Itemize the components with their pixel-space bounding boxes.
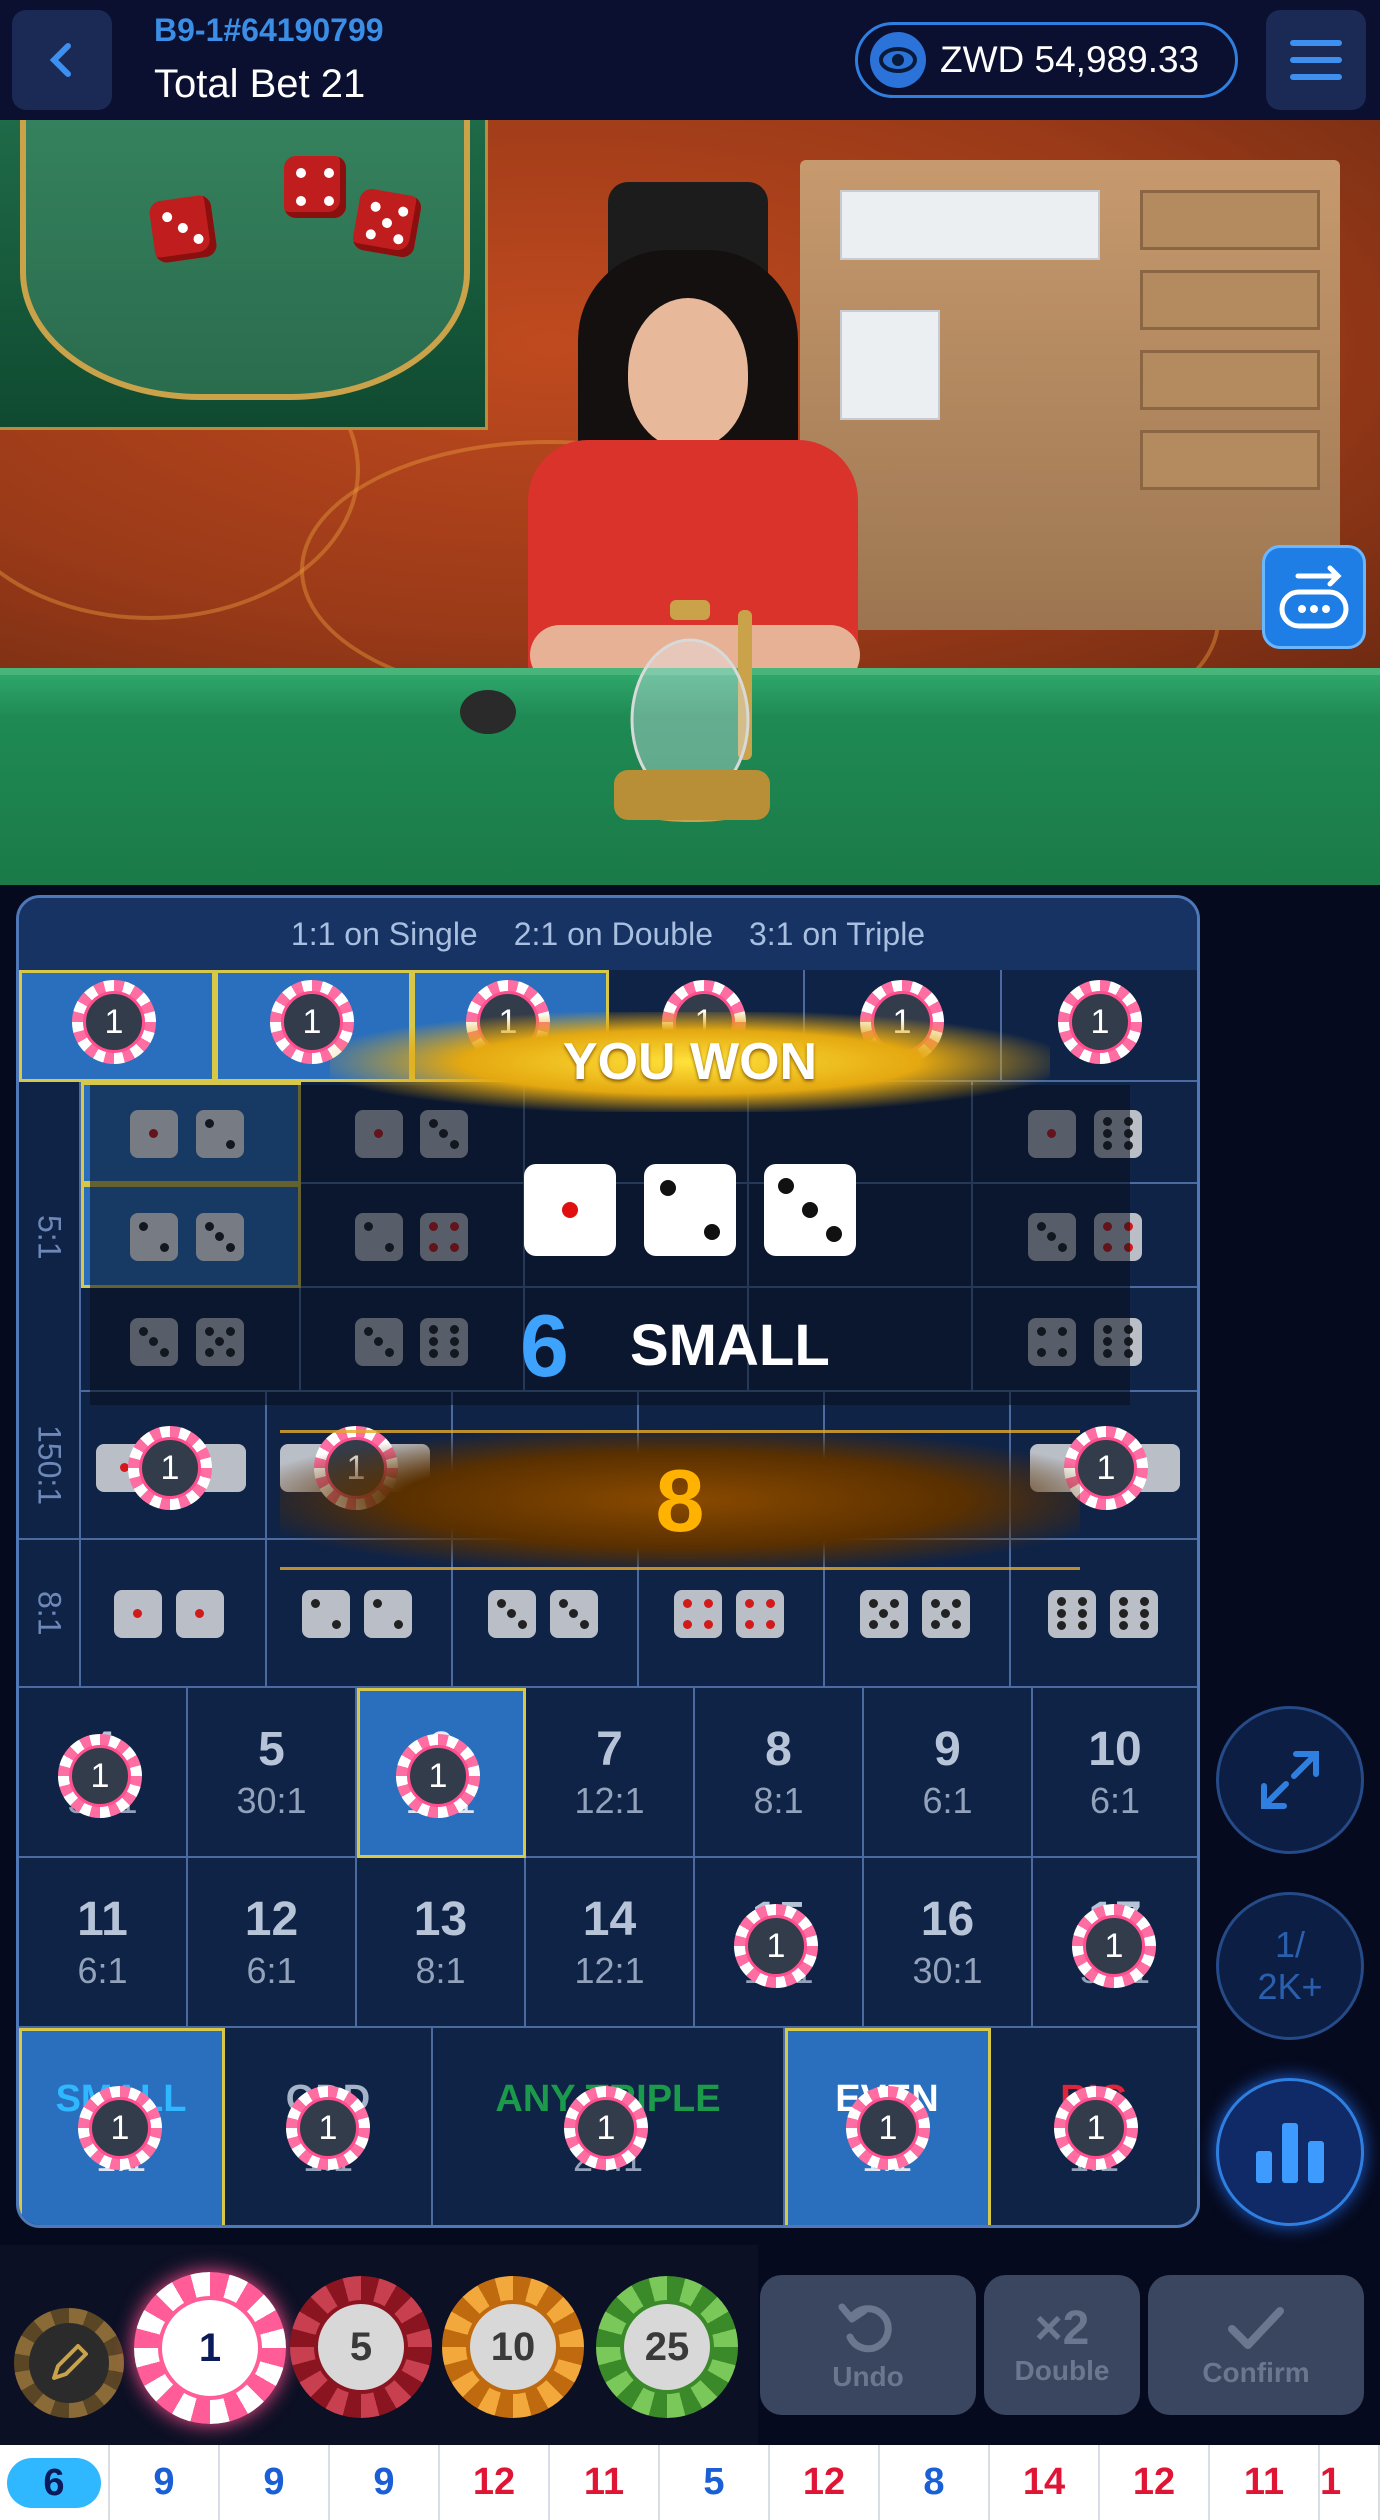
placed-chip: 1 [734,1904,818,1988]
total-14[interactable]: 14 12:1 [526,1858,695,2028]
confirm-button[interactable]: Confirm [1148,2275,1364,2415]
chip-5[interactable]: 5 [290,2276,432,2418]
odds-triple: 3:1 on Triple [748,915,926,952]
total-8[interactable]: 8 8:1 [695,1688,864,1858]
check-icon [1228,2307,1284,2349]
balance-value: 54,989.33 [1034,39,1200,80]
statistics-button[interactable] [1216,2078,1364,2226]
placed-chip: 1 [396,1734,480,1818]
eye-icon[interactable] [870,32,926,88]
road-cell: 11 [550,2445,660,2520]
placed-chip: 1 [564,2086,648,2170]
total-9[interactable]: 9 6:1 [864,1688,1033,1858]
confirm-label: Confirm [1202,2357,1310,2388]
road-cell: 11 [1210,2445,1320,2520]
dice-closeup-camera [0,120,488,430]
chevron-left-icon [49,43,71,77]
bonus-number: 8 [655,1451,705,1550]
switch-view-button[interactable] [1262,545,1366,649]
total-16[interactable]: 16 30:1 [864,1858,1033,2028]
total-10[interactable]: 10 6:1 [1033,1688,1197,1858]
combination-odds-label: 5:1 [19,1082,81,1392]
undo-label: Undo [832,2361,904,2392]
road-cell: 6 [0,2445,110,2520]
result-outcome: SMALL [630,1313,830,1378]
top-bar: B9-1#64190799 Total Bet 21 ZWD 54,989.33 [0,0,1380,120]
road-cell: 5 [660,2445,770,2520]
you-won-banner: YOU WON [330,1012,1050,1112]
expand-button[interactable] [1216,1706,1364,1854]
total-5[interactable]: 5 30:1 [188,1688,357,1858]
double-icon: ×2 [1034,2302,1090,2355]
total-11[interactable]: 11 6:1 [19,1858,188,2028]
double-button[interactable]: ×2 Double [984,2275,1140,2415]
placed-chip: 1 [1072,1904,1156,1988]
bet-limits-button[interactable]: 1/ 2K+ [1216,1892,1364,2040]
road-cell: 1 [1320,2445,1380,2520]
hamburger-icon [1290,40,1342,80]
total-bet: Total Bet 21 [154,62,366,106]
placed-chip: 1 [286,2086,370,2170]
table-id: B9-1#64190799 [154,12,384,48]
chip-1[interactable]: 1 [134,2272,286,2424]
road-cell: 12 [440,2445,550,2520]
road-cell: 8 [880,2445,990,2520]
placed-chip: 1 [58,1734,142,1818]
pencil-icon [52,2344,88,2380]
balance-pill[interactable]: ZWD 54,989.33 [855,22,1238,98]
back-button[interactable] [12,10,112,110]
result-die-3 [764,1164,856,1256]
currency-label: ZWD [940,39,1025,80]
result-die-2 [644,1164,736,1256]
chip-10[interactable]: 10 [442,2276,584,2418]
road-cell: 12 [770,2445,880,2520]
result-history-road[interactable]: 6 9 9 9 12 11 5 12 8 14 12 11 1 [0,2445,1380,2520]
road-cell: 9 [110,2445,220,2520]
live-video [0,120,1380,885]
placed-chip: 1 [846,2086,930,2170]
road-cell: 9 [220,2445,330,2520]
chip-25[interactable]: 25 [596,2276,738,2418]
switch-camera-icon [1279,565,1349,629]
double-label: Double [1014,2355,1110,2386]
placed-chip: 1 [128,1426,212,1510]
double-odds-label: 8:1 [19,1540,81,1688]
road-cell: 14 [990,2445,1100,2520]
triple-odds-label: 150:1 [19,1392,81,1540]
placed-chip: 1 [78,2086,162,2170]
bar-chart-icon [1256,2123,1324,2183]
placed-chip: 1 [1058,980,1142,1064]
edit-chips-button[interactable] [14,2308,124,2418]
odds-single: 1:1 on Single [290,915,478,952]
placed-chip: 1 [72,980,156,1064]
result-die-1 [524,1164,616,1256]
total-13[interactable]: 13 8:1 [357,1858,526,2028]
road-cell: 9 [330,2445,440,2520]
road-cell: 12 [1100,2445,1210,2520]
total-12[interactable]: 12 6:1 [188,1858,357,2028]
expand-icon [1261,1751,1319,1809]
placed-chip: 1 [1054,2086,1138,2170]
undo-button[interactable]: Undo [760,2275,976,2415]
menu-button[interactable] [1266,10,1366,110]
total-7[interactable]: 7 12:1 [526,1688,695,1858]
single-odds-header: 1:1 on Single 2:1 on Double 3:1 on Tripl… [19,898,1197,970]
undo-icon [838,2303,892,2353]
result-sum: 6 [520,1296,569,1395]
odds-double: 2:1 on Double [513,915,713,952]
double-1[interactable] [81,1540,267,1688]
